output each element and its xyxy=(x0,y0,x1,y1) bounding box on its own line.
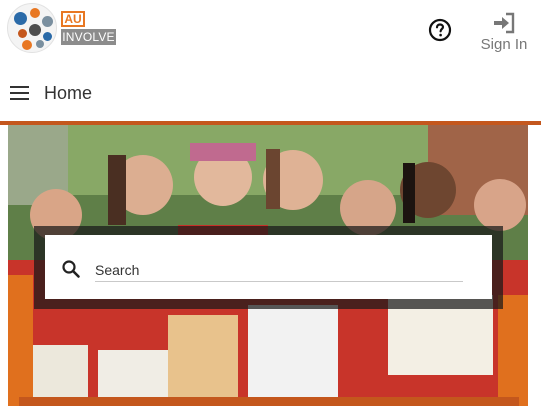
question-circle-icon xyxy=(428,18,452,42)
sign-in-label: Sign In xyxy=(480,36,528,53)
nav-bar: Home xyxy=(0,66,541,121)
page-title: Home xyxy=(44,83,93,103)
brand-badge-involve: INVOLVE xyxy=(61,29,116,45)
section-accent-bar xyxy=(19,397,519,406)
logo-icon[interactable] xyxy=(7,3,57,53)
brand-badge-au: AU xyxy=(61,11,85,27)
search-input[interactable] xyxy=(95,258,463,282)
sign-in-icon xyxy=(494,12,515,34)
sign-in-button[interactable]: Sign In xyxy=(474,12,534,58)
search-icon[interactable] xyxy=(61,259,81,279)
hamburger-menu-icon[interactable] xyxy=(10,86,29,101)
help-button[interactable] xyxy=(428,18,452,42)
top-header: AU INVOLVE Sign In xyxy=(0,0,541,66)
